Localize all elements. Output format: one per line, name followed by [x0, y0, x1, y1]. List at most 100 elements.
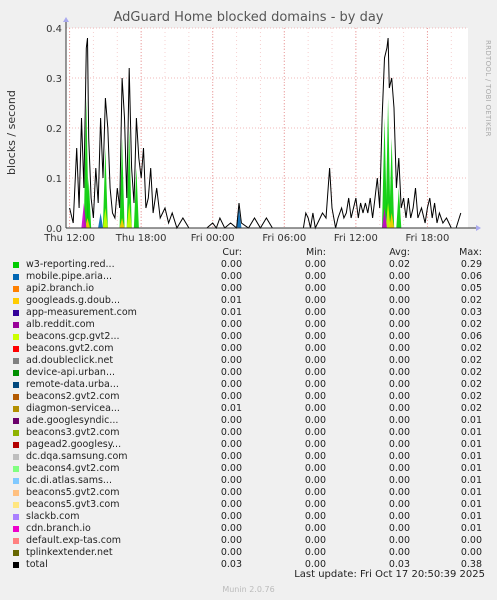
legend-row: app-measurement.com 0.01 0.00 0.00 0.03 [12, 307, 490, 319]
legend-row: googleads.g.doub... 0.01 0.00 0.00 0.02 [12, 295, 490, 307]
legend-row: dc.dqa.samsung.com 0.00 0.00 0.00 0.01 [12, 451, 490, 463]
legend-swatch [13, 262, 19, 268]
legend-row: ade.googlesyndic... 0.00 0.00 0.00 0.01 [12, 415, 490, 427]
legend-swatch [13, 502, 19, 508]
legend-value-avg: 0.00 [388, 547, 410, 558]
legend-swatch [13, 430, 19, 436]
legend-value-cur: 0.00 [220, 331, 242, 342]
legend-rows: w3-reporting.red... 0.00 0.00 0.02 0.29 mobil… [12, 259, 490, 571]
legend-value-cur: 0.00 [220, 439, 242, 450]
legend-value-avg: 0.00 [388, 475, 410, 486]
legend-value-cur: 0.00 [220, 319, 242, 330]
header-avg: Avg: [389, 247, 410, 258]
legend-row: remote-data.urba... 0.00 0.00 0.00 0.02 [12, 379, 490, 391]
legend-value-max: 0.00 [460, 535, 482, 546]
legend-value-min: 0.00 [304, 451, 326, 462]
legend-value-avg: 0.00 [388, 523, 410, 534]
legend-value-min: 0.00 [304, 343, 326, 354]
legend-value-max: 0.01 [460, 475, 482, 486]
legend-value-cur: 0.00 [220, 367, 242, 378]
legend-value-avg: 0.00 [388, 451, 410, 462]
legend-value-max: 0.05 [460, 283, 482, 294]
x-tick-label: Fri 00:00 [191, 233, 235, 244]
legend-swatch [13, 310, 19, 316]
legend-series-name: cdn.branch.io [26, 523, 91, 534]
legend-value-max: 0.06 [460, 331, 482, 342]
y-tick-label: 0.1 [46, 174, 62, 185]
legend-row: w3-reporting.red... 0.00 0.00 0.02 0.29 [12, 259, 490, 271]
y-axis-label: blocks / second [5, 90, 18, 175]
legend-value-max: 0.02 [460, 295, 482, 306]
legend-table: Cur: Min: Avg: Max: w3-reporting.red... 0… [12, 247, 490, 571]
legend-series-name: default.exp-tas.com [26, 535, 122, 546]
legend-value-cur: 0.00 [220, 379, 242, 390]
legend-row: beacons.gvt2.com 0.00 0.00 0.00 0.02 [12, 343, 490, 355]
legend-value-cur: 0.00 [220, 499, 242, 510]
legend-value-max: 0.01 [460, 487, 482, 498]
header-max: Max: [459, 247, 482, 258]
legend-swatch [13, 322, 19, 328]
legend-swatch [13, 526, 19, 532]
legend-value-avg: 0.00 [388, 355, 410, 366]
legend-value-min: 0.00 [304, 535, 326, 546]
legend-value-cur: 0.00 [220, 427, 242, 438]
legend-series-name: mobile.pipe.aria... [26, 271, 113, 282]
legend-row: slackb.com 0.00 0.00 0.00 0.01 [12, 511, 490, 523]
legend-series-name: w3-reporting.red... [26, 259, 115, 270]
legend-row: ad.doubleclick.net 0.00 0.00 0.00 0.02 [12, 355, 490, 367]
legend-value-avg: 0.00 [388, 391, 410, 402]
legend-value-min: 0.00 [304, 319, 326, 330]
legend-value-max: 0.01 [460, 523, 482, 534]
legend-value-cur: 0.00 [220, 487, 242, 498]
last-update: Last update: Fri Oct 17 20:50:39 2025 [294, 569, 485, 580]
legend-value-cur: 0.00 [220, 391, 242, 402]
legend-value-avg: 0.00 [388, 403, 410, 414]
legend-row: default.exp-tas.com 0.00 0.00 0.00 0.00 [12, 535, 490, 547]
legend-value-max: 0.29 [460, 259, 482, 270]
legend-series-name: api2.branch.io [26, 283, 95, 294]
legend-value-cur: 0.00 [220, 535, 242, 546]
chart-title: AdGuard Home blocked domains - by day [113, 10, 384, 25]
legend-swatch [13, 514, 19, 520]
legend-value-max: 0.02 [460, 391, 482, 402]
legend-row: beacons5.gvt2.com 0.00 0.00 0.00 0.01 [12, 487, 490, 499]
legend-value-avg: 0.00 [388, 283, 410, 294]
header-cur: Cur: [222, 247, 242, 258]
legend-value-avg: 0.00 [388, 295, 410, 306]
legend-value-max: 0.01 [460, 463, 482, 474]
legend-value-min: 0.00 [304, 259, 326, 270]
legend-row: device-api.urban... 0.00 0.00 0.00 0.02 [12, 367, 490, 379]
y-tick-label: 0.3 [46, 74, 62, 85]
legend-value-avg: 0.00 [388, 307, 410, 318]
legend-row: tplinkextender.net 0.00 0.00 0.00 0.00 [12, 547, 490, 559]
legend-value-avg: 0.00 [388, 487, 410, 498]
legend-value-avg: 0.00 [388, 499, 410, 510]
legend-row: alb.reddit.com 0.00 0.00 0.00 0.02 [12, 319, 490, 331]
legend-series-name: beacons.gcp.gvt2... [26, 331, 120, 342]
x-tick-label: Fri 12:00 [334, 233, 378, 244]
legend-value-min: 0.00 [304, 523, 326, 534]
legend-value-min: 0.00 [304, 271, 326, 282]
legend-swatch [13, 550, 19, 556]
legend-swatch [13, 382, 19, 388]
x-tick-label: Thu 18:00 [115, 233, 167, 244]
legend-value-cur: 0.00 [220, 259, 242, 270]
legend-header-row: Cur: Min: Avg: Max: [12, 247, 490, 259]
x-tick-label: Fri 06:00 [262, 233, 306, 244]
header-min: Min: [305, 247, 326, 258]
x-tick-label: Fri 18:00 [405, 233, 449, 244]
legend-swatch [13, 454, 19, 460]
legend-value-avg: 0.00 [388, 271, 410, 282]
y-tick-label: 0.4 [46, 24, 62, 35]
legend-series-name: beacons.gvt2.com [26, 343, 114, 354]
legend-series-name: alb.reddit.com [26, 319, 95, 330]
rrdtool-credit: RRDTOOL / TOBI OETIKER [484, 40, 492, 137]
legend-row: api2.branch.io 0.00 0.00 0.00 0.05 [12, 283, 490, 295]
legend-swatch [13, 286, 19, 292]
legend-swatch [13, 418, 19, 424]
legend-row: beacons3.gvt2.com 0.00 0.00 0.00 0.01 [12, 427, 490, 439]
legend-value-max: 0.01 [460, 415, 482, 426]
legend-value-cur: 0.00 [220, 451, 242, 462]
legend-value-cur: 0.00 [220, 271, 242, 282]
legend-series-name: total [26, 559, 48, 570]
